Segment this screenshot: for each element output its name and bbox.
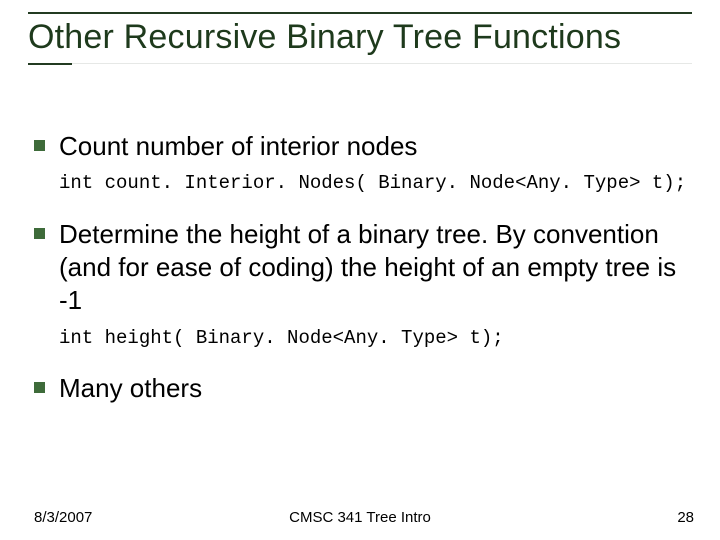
title-block: Other Recursive Binary Tree Functions [28, 12, 692, 65]
title-rule-bottom [28, 63, 692, 65]
title-rule-top [28, 12, 692, 14]
slide: Other Recursive Binary Tree Functions Co… [0, 0, 720, 540]
title-rule-faint [28, 63, 692, 64]
title-rule-accent [28, 63, 72, 65]
footer-page-number: 28 [677, 509, 694, 526]
list-item: Determine the height of a binary tree. B… [34, 218, 686, 318]
bullet-text: Determine the height of a binary tree. B… [59, 218, 686, 318]
code-line: int height( Binary. Node<Any. Type> t); [59, 326, 686, 351]
bullet-text: Many others [59, 372, 202, 405]
list-item: Count number of interior nodes [34, 130, 686, 163]
square-bullet-icon [34, 382, 45, 393]
footer-course: CMSC 341 Tree Intro [0, 509, 720, 526]
slide-title: Other Recursive Binary Tree Functions [28, 18, 692, 57]
slide-body: Count number of interior nodes int count… [34, 130, 686, 414]
square-bullet-icon [34, 228, 45, 239]
square-bullet-icon [34, 140, 45, 151]
list-item: Many others [34, 372, 686, 405]
code-line: int count. Interior. Nodes( Binary. Node… [59, 171, 686, 196]
bullet-text: Count number of interior nodes [59, 130, 417, 163]
